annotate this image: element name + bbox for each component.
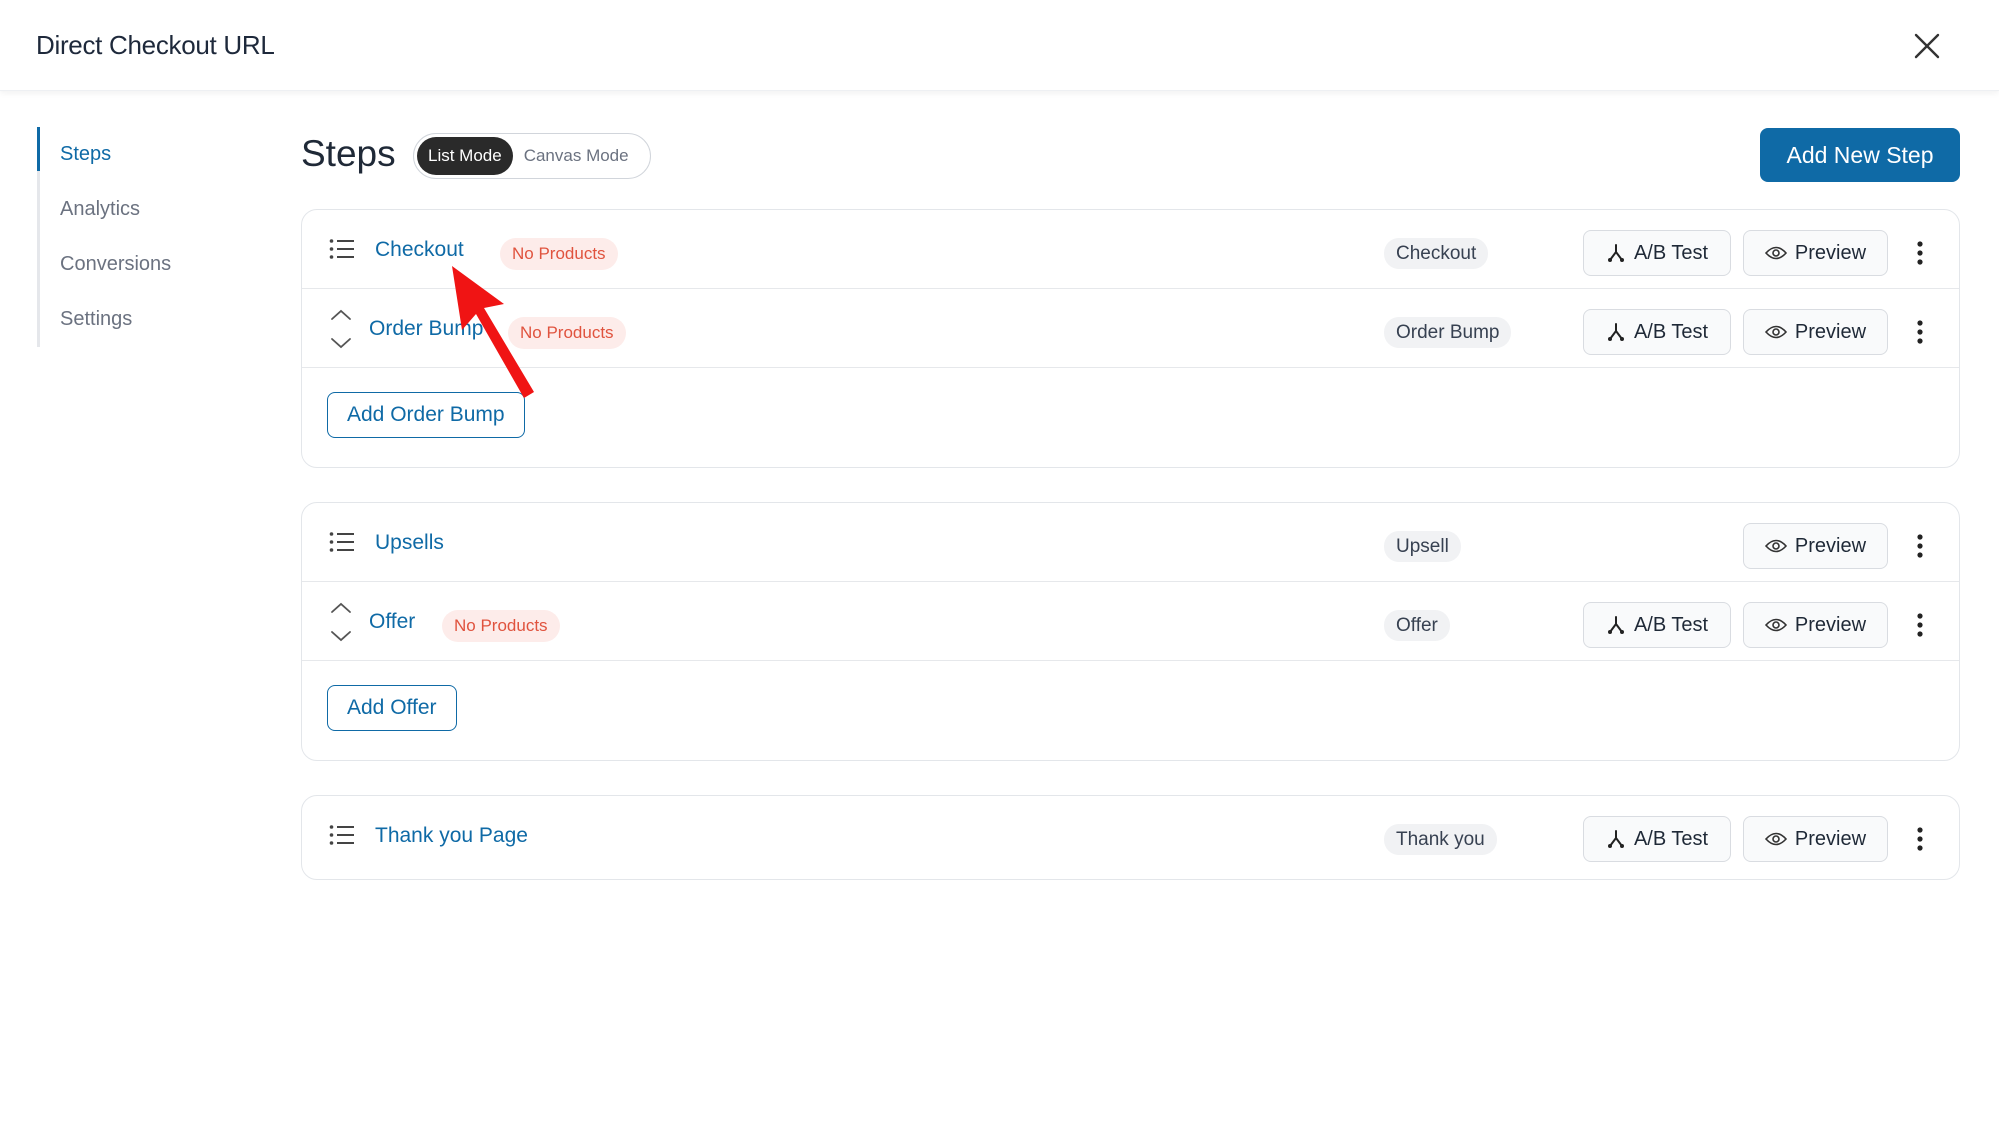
drag-handle-icon[interactable] [329, 824, 355, 846]
sidebar-nav: Steps Analytics Conversions Settings [37, 127, 257, 347]
step-type-badge: Thank you [1384, 824, 1497, 855]
preview-label: Preview [1794, 827, 1867, 850]
split-icon [1607, 323, 1624, 341]
eye-icon [1764, 539, 1787, 553]
drag-handle-icon[interactable] [329, 238, 355, 260]
add-row: Add Offer [302, 661, 1959, 755]
add-offer-button[interactable]: Add Offer [327, 685, 457, 731]
step-type-badge: Upsell [1384, 531, 1461, 562]
dialog-header: Direct Checkout URL [0, 0, 1999, 91]
no-products-badge: No Products [500, 238, 618, 270]
more-options-icon[interactable] [1908, 238, 1932, 268]
step-name-offer[interactable]: Offer [369, 582, 415, 661]
reorder-arrows-icon[interactable] [329, 598, 353, 646]
step-row: Thank you Page Thank you A/B Test Previe… [302, 796, 1959, 875]
ab-test-button[interactable]: A/B Test [1583, 816, 1731, 862]
page-title: Steps [301, 133, 396, 174]
step-row: Checkout No Products Checkout A/B Test P… [302, 210, 1959, 289]
step-name-order-bump[interactable]: Order Bump [369, 289, 483, 368]
more-options-icon[interactable] [1908, 610, 1932, 640]
step-group-thank-you: Thank you Page Thank you A/B Test Previe… [301, 795, 1960, 880]
reorder-arrows-icon[interactable] [329, 305, 353, 353]
drag-handle-icon[interactable] [329, 531, 355, 553]
step-row: Order Bump No Products Order Bump A/B Te… [302, 289, 1959, 368]
sidebar-item-conversions[interactable]: Conversions [40, 237, 257, 292]
step-group-upsells: Upsells Upsell Preview Offer No Products… [301, 502, 1960, 761]
step-name-upsells[interactable]: Upsells [375, 503, 444, 582]
no-products-badge: No Products [442, 610, 560, 642]
step-group-checkout: Checkout No Products Checkout A/B Test P… [301, 209, 1960, 468]
more-options-icon[interactable] [1908, 824, 1932, 854]
dialog-title: Direct Checkout URL [36, 30, 275, 60]
preview-button[interactable]: Preview [1743, 602, 1888, 648]
ab-test-button[interactable]: A/B Test [1583, 230, 1731, 276]
step-type-badge: Checkout [1384, 238, 1489, 269]
eye-icon [1764, 832, 1787, 846]
split-icon [1607, 244, 1624, 262]
step-row: Upsells Upsell Preview [302, 503, 1959, 582]
ab-test-label: A/B Test [1633, 241, 1709, 264]
sidebar-item-settings[interactable]: Settings [40, 292, 257, 347]
preview-label: Preview [1794, 613, 1867, 636]
more-options-icon[interactable] [1908, 317, 1932, 347]
add-row: Add Order Bump [302, 368, 1959, 462]
ab-test-button[interactable]: A/B Test [1583, 602, 1731, 648]
preview-button[interactable]: Preview [1743, 523, 1888, 569]
view-mode-toggle: List Mode Canvas Mode [413, 133, 651, 179]
preview-label: Preview [1794, 320, 1867, 343]
sidebar-item-steps[interactable]: Steps [37, 127, 257, 182]
add-order-bump-button[interactable]: Add Order Bump [327, 392, 525, 438]
step-row: Offer No Products Offer A/B Test Preview [302, 582, 1959, 661]
ab-test-button[interactable]: A/B Test [1583, 309, 1731, 355]
preview-button[interactable]: Preview [1743, 309, 1888, 355]
eye-icon [1764, 246, 1787, 260]
eye-icon [1764, 325, 1787, 339]
list-mode-option[interactable]: List Mode [417, 137, 513, 175]
step-type-badge: Order Bump [1384, 317, 1512, 348]
add-new-step-button[interactable]: Add New Step [1760, 128, 1960, 182]
preview-button[interactable]: Preview [1743, 816, 1888, 862]
preview-label: Preview [1794, 534, 1867, 557]
no-products-badge: No Products [508, 317, 626, 349]
step-name-thank-you[interactable]: Thank you Page [375, 796, 528, 875]
preview-label: Preview [1794, 241, 1867, 264]
step-name-checkout[interactable]: Checkout [375, 210, 464, 289]
preview-button[interactable]: Preview [1743, 230, 1888, 276]
split-icon [1607, 830, 1624, 848]
close-icon[interactable] [1911, 30, 1943, 62]
more-options-icon[interactable] [1908, 531, 1932, 561]
ab-test-label: A/B Test [1633, 320, 1709, 343]
sidebar-item-analytics[interactable]: Analytics [40, 182, 257, 237]
step-type-badge: Offer [1384, 610, 1450, 641]
split-icon [1607, 616, 1624, 634]
ab-test-label: A/B Test [1633, 827, 1709, 850]
eye-icon [1764, 618, 1787, 632]
canvas-mode-option[interactable]: Canvas Mode [513, 137, 640, 175]
ab-test-label: A/B Test [1633, 613, 1709, 636]
